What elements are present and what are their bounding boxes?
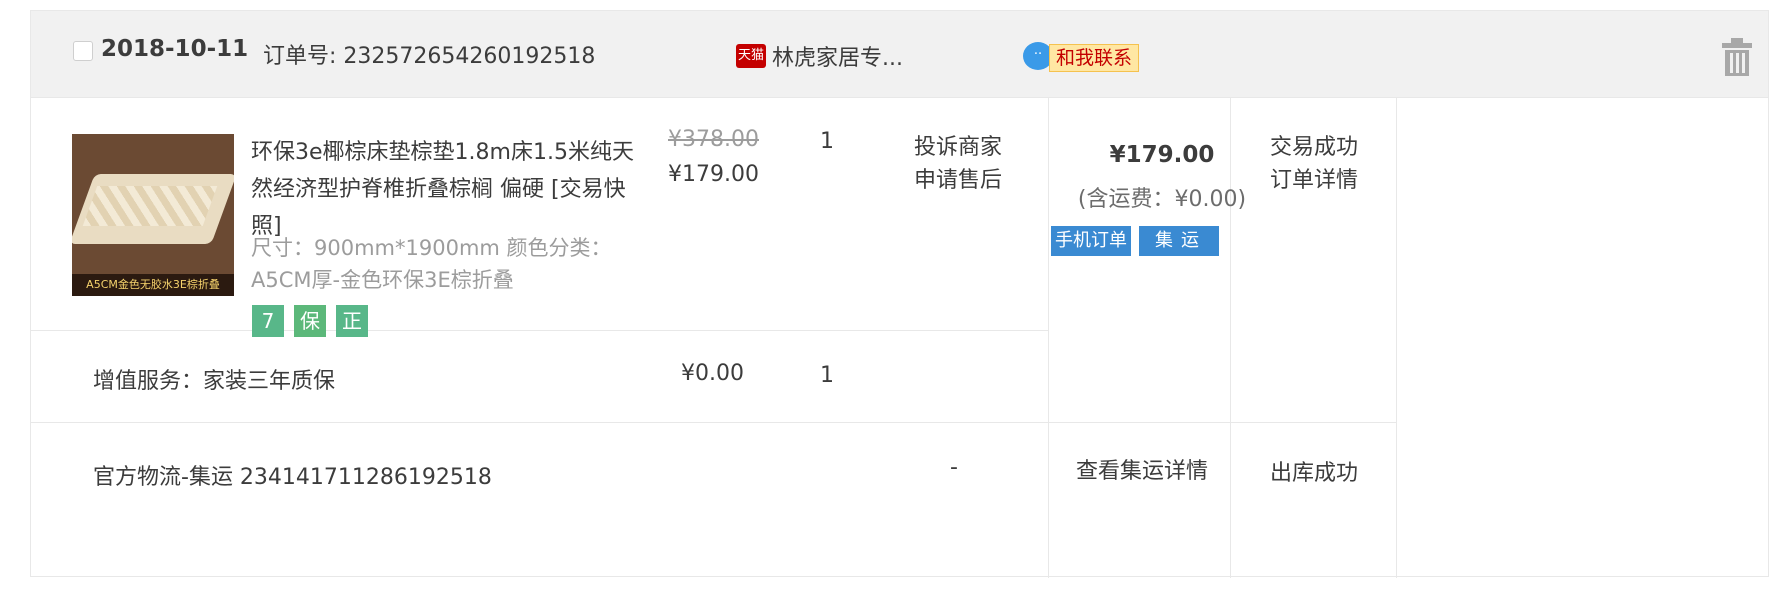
shipping-fee: (含运费：¥0.00) — [1077, 187, 1247, 212]
unit-price: ¥179.00 — [668, 162, 759, 187]
divider — [1230, 98, 1231, 578]
trade-status: 交易成功 — [1270, 135, 1359, 160]
divider — [31, 422, 1396, 423]
apply-after-sales-link[interactable]: 申请售后 — [914, 162, 1002, 194]
value-added-service: 增值服务：家装三年质保 — [93, 369, 336, 394]
view-consolidation-detail-link[interactable]: 查看集运详情 — [1076, 453, 1208, 485]
order-total: ¥179.00 — [1109, 142, 1215, 168]
order-header: 2018-10-11 订单号: 232572654260192518 天猫 林虎… — [31, 11, 1768, 98]
divider — [1048, 98, 1049, 578]
mobile-order-tag: 手机订单 — [1051, 226, 1131, 256]
product-image-caption: A5CM金色无胶水3E棕折叠 — [72, 274, 234, 296]
divider — [1396, 98, 1397, 578]
genuine-icon[interactable]: 正 — [336, 305, 368, 337]
shop-name-link[interactable]: 林虎家居专... — [772, 40, 903, 72]
logistics-info: 官方物流-集运 234141711286192518 — [93, 465, 492, 490]
select-order-checkbox[interactable] — [73, 41, 93, 61]
complain-seller-link[interactable]: 投诉商家 — [914, 129, 1002, 161]
consolidated-shipping-tag: 集运 — [1139, 226, 1219, 256]
logistics-status: 出库成功 — [1270, 461, 1359, 486]
order-number: 订单号: 232572654260192518 — [263, 44, 596, 69]
order-detail-link[interactable]: 订单详情 — [1270, 162, 1358, 194]
delete-order-icon[interactable] — [1720, 37, 1754, 77]
divider — [31, 330, 1048, 331]
logistics-placeholder: - — [950, 455, 958, 480]
product-title-link[interactable]: 环保3e椰棕床垫棕垫1.8m床1.5米纯天然经济型护脊椎折叠棕榈 偏硬 [交易快… — [251, 134, 651, 245]
product-sku: 尺寸：900mm*1900mm 颜色分类：A5CM厚-金色环保3E棕折叠 — [251, 236, 612, 292]
order-card: 2018-10-11 订单号: 232572654260192518 天猫 林虎… — [30, 10, 1769, 578]
original-price: ¥378.00 — [668, 127, 759, 152]
product-quantity: 1 — [820, 129, 834, 154]
service-price: ¥0.00 — [681, 361, 744, 386]
seven-day-return-icon[interactable]: 7 — [252, 305, 284, 337]
product-image[interactable]: A5CM金色无胶水3E棕折叠 — [72, 134, 234, 296]
service-quantity: 1 — [820, 363, 834, 388]
order-date: 2018-10-11 — [101, 36, 249, 62]
contact-seller-label: 和我联系 — [1049, 44, 1140, 72]
tmall-icon: 天猫 — [736, 44, 766, 68]
guarantee-icon[interactable]: 保 — [294, 305, 326, 337]
